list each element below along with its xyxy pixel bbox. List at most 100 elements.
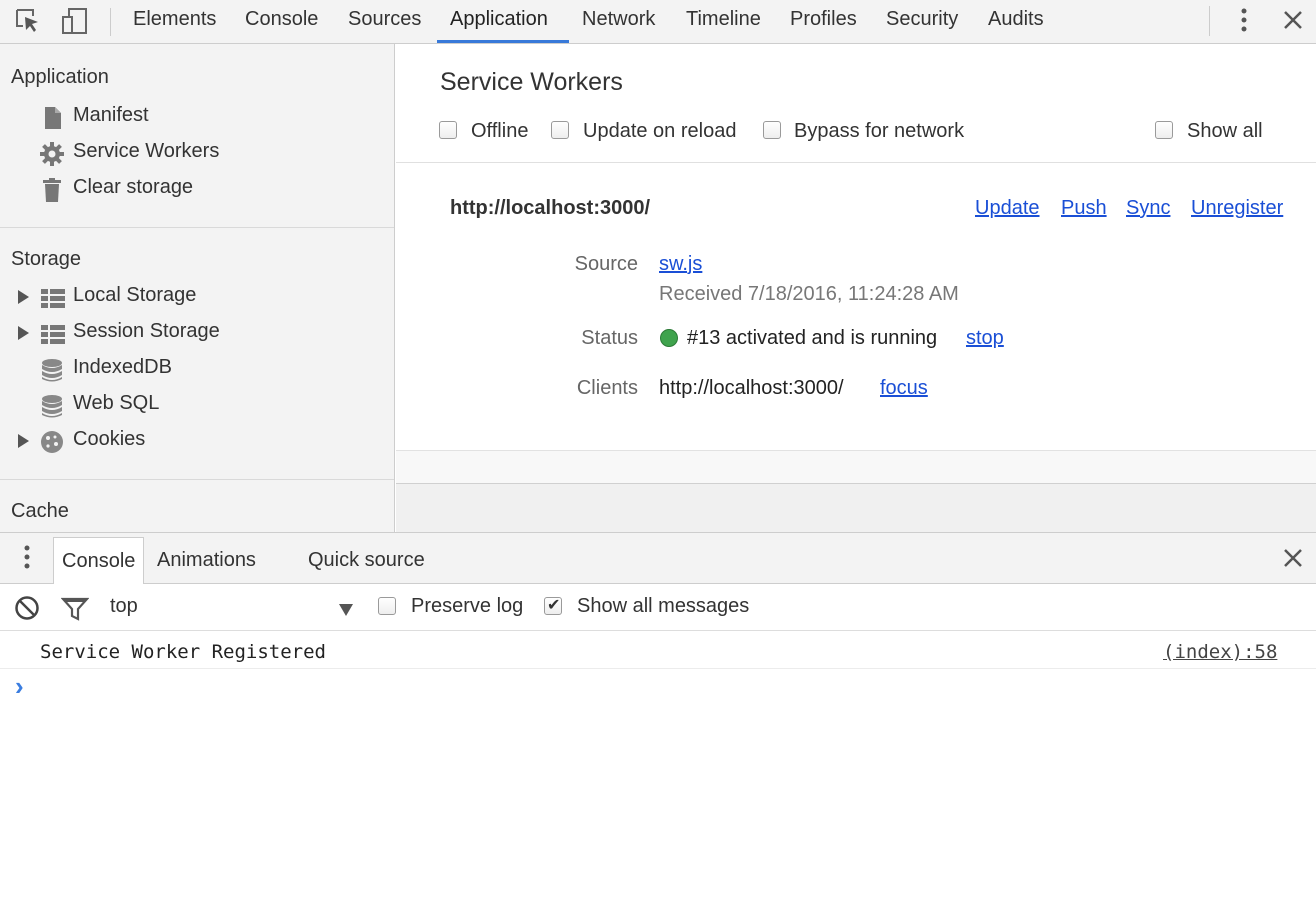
received-timestamp: Received 7/18/2016, 11:24:28 AM: [659, 283, 959, 305]
clear-console-icon[interactable]: [14, 595, 40, 621]
device-mode-icon[interactable]: [60, 6, 90, 36]
show-all-messages-checkbox[interactable]: [544, 595, 562, 615]
chevron-down-icon: [339, 604, 353, 616]
console-message-row: Service Worker Registered (index):58: [0, 631, 1316, 669]
console-toolbar: top Preserve log Show all messages: [0, 584, 1316, 631]
sidebar-item-label: Web SQL: [73, 392, 160, 414]
sidebar-item-web-sql[interactable]: Web SQL: [0, 388, 394, 422]
toolbar-divider: [1209, 6, 1210, 36]
tab-security[interactable]: Security: [886, 0, 958, 43]
close-drawer-icon[interactable]: [1281, 546, 1305, 570]
worker-scope: http://localhost:3000/: [450, 197, 651, 219]
panel-footer-strip: [396, 450, 1316, 484]
application-sidebar: Application Manifest Service Workers Cle…: [0, 44, 395, 532]
tab-console[interactable]: Console: [245, 0, 318, 43]
database-icon: [40, 394, 64, 418]
offline-label[interactable]: Offline: [471, 120, 528, 143]
grid-icon: [40, 322, 65, 346]
sidebar-header-cache: Cache: [11, 500, 69, 522]
console-prompt-row[interactable]: ›: [0, 669, 1316, 705]
inspect-element-icon[interactable]: [14, 7, 42, 35]
sidebar-item-clear-storage[interactable]: Clear storage: [0, 172, 394, 206]
sidebar-item-label: Session Storage: [73, 320, 220, 342]
tab-network[interactable]: Network: [582, 0, 655, 43]
clients-label: Clients: [576, 377, 638, 399]
sidebar-item-label: Service Workers: [73, 140, 220, 162]
bypass-for-network-label[interactable]: Bypass for network: [794, 120, 964, 143]
options-divider: [396, 162, 1316, 163]
sidebar-divider: [0, 479, 394, 480]
filter-icon[interactable]: [60, 596, 90, 622]
trash-icon: [40, 178, 64, 202]
tab-elements[interactable]: Elements: [133, 0, 216, 43]
sidebar-item-session-storage[interactable]: Session Storage: [0, 316, 394, 350]
expand-triangle-icon[interactable]: [18, 434, 29, 448]
console-output: Service Worker Registered (index):58 ›: [0, 631, 1316, 922]
sidebar-header-application: Application: [11, 66, 109, 88]
sidebar-item-label: Cookies: [73, 428, 146, 450]
bypass-for-network-checkbox[interactable]: [763, 121, 781, 139]
source-file-link[interactable]: sw.js: [659, 253, 702, 276]
context-selector-value: top: [110, 595, 138, 617]
offline-checkbox[interactable]: [439, 121, 457, 139]
more-menu-icon[interactable]: [1236, 7, 1252, 35]
drawer-tab-quick-source[interactable]: Quick source: [300, 537, 433, 585]
update-link[interactable]: Update: [975, 197, 1040, 220]
sidebar-item-service-workers[interactable]: Service Workers: [0, 136, 394, 170]
sidebar-item-label: IndexedDB: [73, 356, 172, 378]
client-url: http://localhost:3000/: [659, 377, 844, 399]
tab-profiles[interactable]: Profiles: [790, 0, 857, 43]
drawer-tab-console[interactable]: Console: [53, 537, 145, 585]
service-workers-panel: Service Workers Offline Update on reload…: [396, 44, 1316, 532]
unregister-link[interactable]: Unregister: [1191, 197, 1283, 220]
grid-icon: [40, 286, 65, 310]
push-link[interactable]: Push: [1061, 197, 1107, 220]
tab-sources[interactable]: Sources: [348, 0, 421, 43]
status-text: #13 activated and is running: [687, 327, 938, 349]
panel-empty-area: [396, 484, 1316, 532]
console-message-source-link[interactable]: (index):58: [1163, 641, 1277, 663]
tab-application-label: Application: [450, 8, 548, 30]
update-on-reload-checkbox[interactable]: [551, 121, 569, 139]
page-title: Service Workers: [440, 68, 623, 96]
tab-audits[interactable]: Audits: [988, 0, 1044, 43]
expand-triangle-icon[interactable]: [18, 326, 29, 340]
sidebar-item-indexeddb[interactable]: IndexedDB: [0, 352, 394, 386]
database-icon: [40, 358, 64, 382]
close-devtools-icon[interactable]: [1281, 8, 1305, 32]
prompt-chevron-icon: ›: [15, 671, 24, 701]
drawer-tab-bar: Console Animations Quick source: [0, 532, 1316, 585]
source-label: Source: [574, 253, 638, 275]
cookie-icon: [40, 430, 64, 454]
drawer-menu-icon[interactable]: [19, 543, 35, 573]
update-on-reload-label[interactable]: Update on reload: [583, 120, 736, 143]
tab-timeline[interactable]: Timeline: [686, 0, 761, 43]
show-all-label[interactable]: Show all: [1187, 120, 1263, 143]
sidebar-item-label: Clear storage: [73, 176, 194, 198]
sidebar-item-local-storage[interactable]: Local Storage: [0, 280, 394, 314]
sync-link[interactable]: Sync: [1126, 197, 1170, 220]
show-all-checkbox[interactable]: [1155, 121, 1173, 139]
context-selector[interactable]: top: [110, 592, 360, 622]
devtools-toolbar: Elements Console Sources Application Net…: [0, 0, 1316, 44]
focus-link[interactable]: focus: [880, 377, 928, 400]
drawer-tab-animations[interactable]: Animations: [149, 537, 264, 585]
sidebar-item-cookies[interactable]: Cookies: [0, 424, 394, 458]
preserve-log-label[interactable]: Preserve log: [411, 595, 523, 618]
show-all-messages-label[interactable]: Show all messages: [577, 595, 749, 618]
sidebar-item-label: Manifest: [73, 104, 149, 126]
sidebar-item-label: Local Storage: [73, 284, 197, 306]
toolbar-divider: [110, 8, 111, 36]
sidebar-item-manifest[interactable]: Manifest: [0, 100, 394, 134]
stop-link[interactable]: stop: [966, 327, 1004, 350]
status-indicator-dot: [660, 329, 678, 347]
gear-icon: [40, 142, 64, 166]
sidebar-divider: [0, 227, 394, 228]
expand-triangle-icon[interactable]: [18, 290, 29, 304]
preserve-log-checkbox[interactable]: [378, 597, 396, 615]
tab-application[interactable]: Application: [437, 0, 569, 43]
document-icon: [40, 106, 64, 130]
status-label: Status: [581, 327, 638, 349]
console-message-text: Service Worker Registered: [40, 641, 326, 663]
sidebar-header-storage: Storage: [11, 248, 82, 270]
